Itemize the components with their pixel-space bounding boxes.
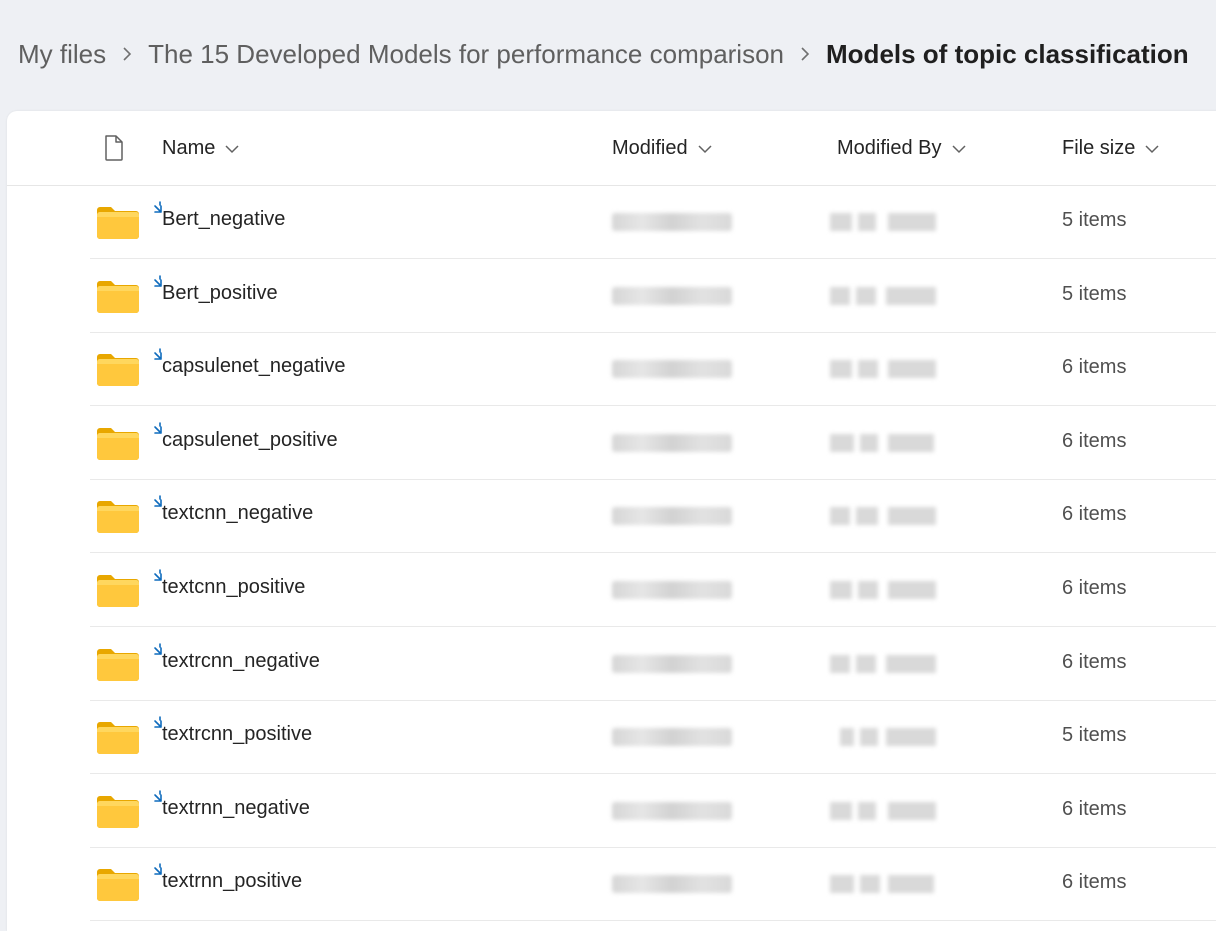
folder-name[interactable]: textcnn_positive (162, 576, 305, 599)
folder-icon (96, 427, 140, 466)
modified-date-redacted (612, 286, 732, 305)
folder-name[interactable]: capsulenet_negative (162, 355, 345, 378)
file-size: 5 items (1062, 724, 1127, 747)
modified-date-redacted (612, 581, 732, 599)
file-size: 6 items (1062, 429, 1127, 452)
file-size: 5 items (1062, 282, 1127, 305)
chevron-right-icon (106, 45, 148, 63)
breadcrumb-developed-models[interactable]: The 15 Developed Models for performance … (148, 39, 784, 70)
folder-name[interactable]: capsulenet_positive (162, 429, 338, 452)
modified-by-redacted (830, 654, 936, 673)
column-header-row: Name Modified Modified By File size (7, 111, 1216, 186)
column-file-size-label: File size (1062, 136, 1136, 159)
column-modified-by-header[interactable]: Modified By (837, 135, 966, 161)
folder-row[interactable]: textrcnn_positive 5 items (90, 700, 1216, 775)
folder-row[interactable]: textcnn_positive 6 items (90, 553, 1216, 627)
folder-icon (96, 353, 140, 392)
breadcrumb-current-folder: Models of topic classification (826, 38, 1189, 69)
modified-by-redacted (830, 433, 936, 452)
file-type-icon[interactable] (104, 135, 124, 166)
modified-date-redacted (612, 875, 732, 894)
file-size: 6 items (1062, 356, 1127, 379)
folder-icon (96, 648, 140, 687)
folder-name[interactable]: textrcnn_negative (162, 650, 320, 673)
column-modified-label: Modified (612, 136, 688, 159)
modified-by-redacted (830, 581, 936, 599)
folder-row[interactable]: textcnn_negative 6 items (90, 479, 1216, 554)
chevron-down-icon (1145, 145, 1159, 154)
chevron-down-icon (698, 145, 712, 154)
folder-row[interactable]: capsulenet_negative 6 items (90, 332, 1216, 407)
column-name-header[interactable]: Name (162, 135, 239, 161)
modified-date-redacted (612, 360, 732, 379)
folder-name[interactable]: Bert_positive (162, 282, 278, 305)
chevron-down-icon (951, 145, 966, 154)
modified-by-redacted (830, 213, 936, 231)
modified-date-redacted (612, 801, 732, 820)
file-size: 6 items (1062, 797, 1127, 820)
folder-row[interactable]: capsulenet_positive 6 items (90, 406, 1216, 480)
folder-icon (96, 280, 140, 319)
folder-icon (96, 500, 140, 539)
modified-date-redacted (612, 507, 732, 526)
folder-icon (96, 795, 140, 834)
modified-by-redacted (830, 875, 936, 894)
column-file-size-header[interactable]: File size (1062, 135, 1159, 161)
folder-row[interactable]: Bert_negative 5 items (90, 185, 1216, 259)
folder-name[interactable]: Bert_negative (162, 208, 285, 231)
file-size: 5 items (1062, 209, 1127, 231)
file-size: 6 items (1062, 871, 1127, 894)
breadcrumb: My files The 15 Developed Models for per… (18, 34, 1189, 74)
modified-by-redacted (830, 507, 936, 526)
modified-date-redacted (612, 728, 732, 747)
folder-name[interactable]: textrnn_negative (162, 797, 310, 820)
folder-row[interactable]: textrnn_negative 6 items (90, 774, 1216, 848)
column-name-label: Name (162, 136, 216, 159)
folder-row[interactable]: textrcnn_negative 6 items (90, 627, 1216, 701)
column-modified-header[interactable]: Modified (612, 135, 712, 161)
file-size: 6 items (1062, 650, 1127, 673)
modified-date-redacted (612, 433, 732, 452)
modified-by-redacted (830, 286, 936, 305)
modified-by-redacted (830, 728, 936, 747)
folder-name[interactable]: textrcnn_positive (162, 723, 312, 746)
breadcrumb-my-files[interactable]: My files (18, 39, 106, 70)
folder-icon (96, 868, 140, 907)
folder-icon (96, 206, 140, 245)
modified-date-redacted (612, 654, 732, 673)
file-size: 6 items (1062, 503, 1127, 526)
chevron-down-icon (225, 145, 239, 154)
column-modified-by-label: Modified By (837, 136, 942, 159)
file-size: 6 items (1062, 577, 1127, 599)
modified-date-redacted (612, 213, 732, 231)
modified-by-redacted (830, 801, 936, 820)
folder-name[interactable]: textcnn_negative (162, 502, 313, 525)
chevron-right-icon (784, 45, 826, 63)
folder-row[interactable]: textrnn_positive 6 items (90, 847, 1216, 922)
folder-row[interactable]: Bert_positive 5 items (90, 259, 1216, 333)
modified-by-redacted (830, 360, 936, 379)
folder-icon (96, 574, 140, 613)
folder-name[interactable]: textrnn_positive (162, 870, 302, 893)
file-list-panel: Name Modified Modified By File size Bert… (7, 111, 1216, 931)
folder-icon (96, 721, 140, 760)
